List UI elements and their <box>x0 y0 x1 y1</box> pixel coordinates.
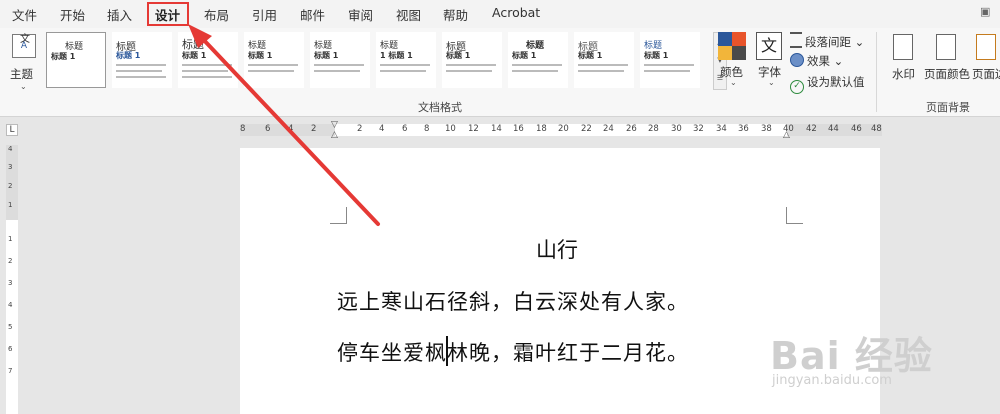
annotation-arrow <box>188 24 380 226</box>
